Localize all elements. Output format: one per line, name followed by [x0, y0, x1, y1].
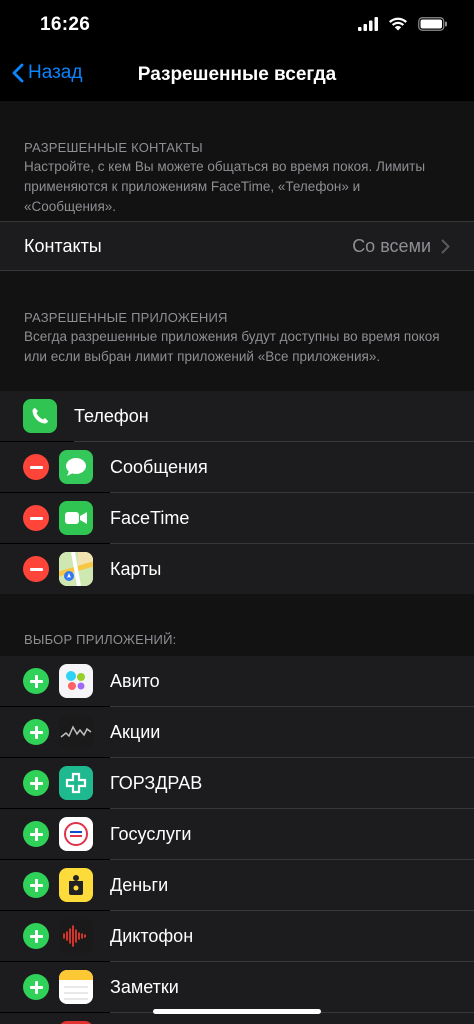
gorzdrav-icon: [59, 766, 93, 800]
list-item-facetime: FaceTime: [0, 493, 474, 543]
contacts-row[interactable]: Контакты Со всеми: [0, 222, 474, 270]
add-button[interactable]: [23, 974, 49, 1000]
list-item-voice-memos: Диктофон: [0, 911, 474, 961]
phone-icon: [23, 399, 57, 433]
list-item-phone[interactable]: Телефон: [0, 391, 474, 441]
voice-memos-icon: [59, 919, 93, 953]
remove-button[interactable]: [23, 505, 49, 531]
add-button[interactable]: [23, 923, 49, 949]
money-icon: [59, 868, 93, 902]
navigation-bar: Назад Разрешенные всегда: [0, 52, 474, 100]
allowed-section-title: РАЗРЕШЕННЫЕ ПРИЛОЖЕНИЯ: [24, 310, 228, 325]
add-button[interactable]: [23, 719, 49, 745]
wifi-icon: [389, 17, 407, 31]
allowed-section-header: РАЗРЕШЕННЫЕ ПРИЛОЖЕНИЯ Всегда разрешенны…: [0, 271, 474, 391]
list-item-label: Деньги: [110, 875, 169, 895]
list-item-label: FaceTime: [110, 508, 190, 528]
list-item-stocks: Акции: [0, 707, 474, 757]
allowed-section-description: Всегда разрешенные приложения будут дост…: [24, 329, 440, 364]
avito-icon: [59, 664, 93, 698]
home-indicator[interactable]: [153, 1009, 321, 1014]
choose-section-header: ВЫБОР ПРИЛОЖЕНИЙ:: [0, 594, 474, 656]
status-time: 16:26: [40, 14, 91, 35]
remove-button[interactable]: [23, 556, 49, 582]
battery-icon: [418, 16, 447, 31]
status-icons: [358, 16, 448, 31]
gosuslugi-icon: [59, 817, 93, 851]
notes-icon: [59, 970, 93, 1004]
page-title: Разрешенные всегда: [137, 64, 337, 85]
list-item-partial: [0, 1013, 474, 1024]
contacts-row-label: Контакты: [24, 235, 102, 256]
contacts-row-value: Со всеми: [352, 235, 431, 256]
list-item-label: Диктофон: [110, 926, 194, 946]
maps-icon: [59, 552, 93, 586]
list-item-label: Сообщения: [110, 457, 208, 477]
list-item-money: Деньги: [0, 860, 474, 910]
list-item-label: Телефон: [74, 406, 149, 426]
contacts-section-header: РАЗРЕШЕННЫЕ КОНТАКТЫ Настройте, с кем Вы…: [0, 101, 474, 221]
chevron-right-icon: [441, 239, 450, 253]
cellular-signal-icon: [358, 16, 378, 31]
list-item-label: Авито: [110, 671, 160, 691]
contacts-section-title: РАЗРЕШЕННЫЕ КОНТАКТЫ: [24, 140, 203, 155]
add-button[interactable]: [23, 668, 49, 694]
list-item-gosuslugi: Госуслуги: [0, 809, 474, 859]
list-item-label: Акции: [110, 722, 161, 742]
list-item-label: ГОРЗДРАВ: [110, 773, 203, 793]
list-item-label: Заметки: [110, 977, 179, 997]
messages-icon: [59, 450, 93, 484]
list-item-gorzdrav: ГОРЗДРАВ: [0, 758, 474, 808]
list-item-notes: Заметки: [0, 962, 474, 1012]
list-item-label: Карты: [110, 559, 162, 579]
list-item-messages: Сообщения: [0, 442, 474, 492]
stocks-icon: [59, 715, 93, 749]
status-bar: 16:26: [0, 0, 474, 52]
contacts-section-description: Настройте, с кем Вы можете общаться во в…: [24, 159, 426, 214]
list-item-maps: Карты: [0, 544, 474, 594]
add-button[interactable]: [23, 821, 49, 847]
add-button[interactable]: [23, 770, 49, 796]
add-button[interactable]: [23, 872, 49, 898]
list-item-avito: Авито: [0, 656, 474, 706]
choose-section-title: ВЫБОР ПРИЛОЖЕНИЙ:: [24, 632, 177, 647]
remove-button[interactable]: [23, 454, 49, 480]
facetime-icon: [59, 501, 93, 535]
list-item-label: Госуслуги: [110, 824, 192, 844]
